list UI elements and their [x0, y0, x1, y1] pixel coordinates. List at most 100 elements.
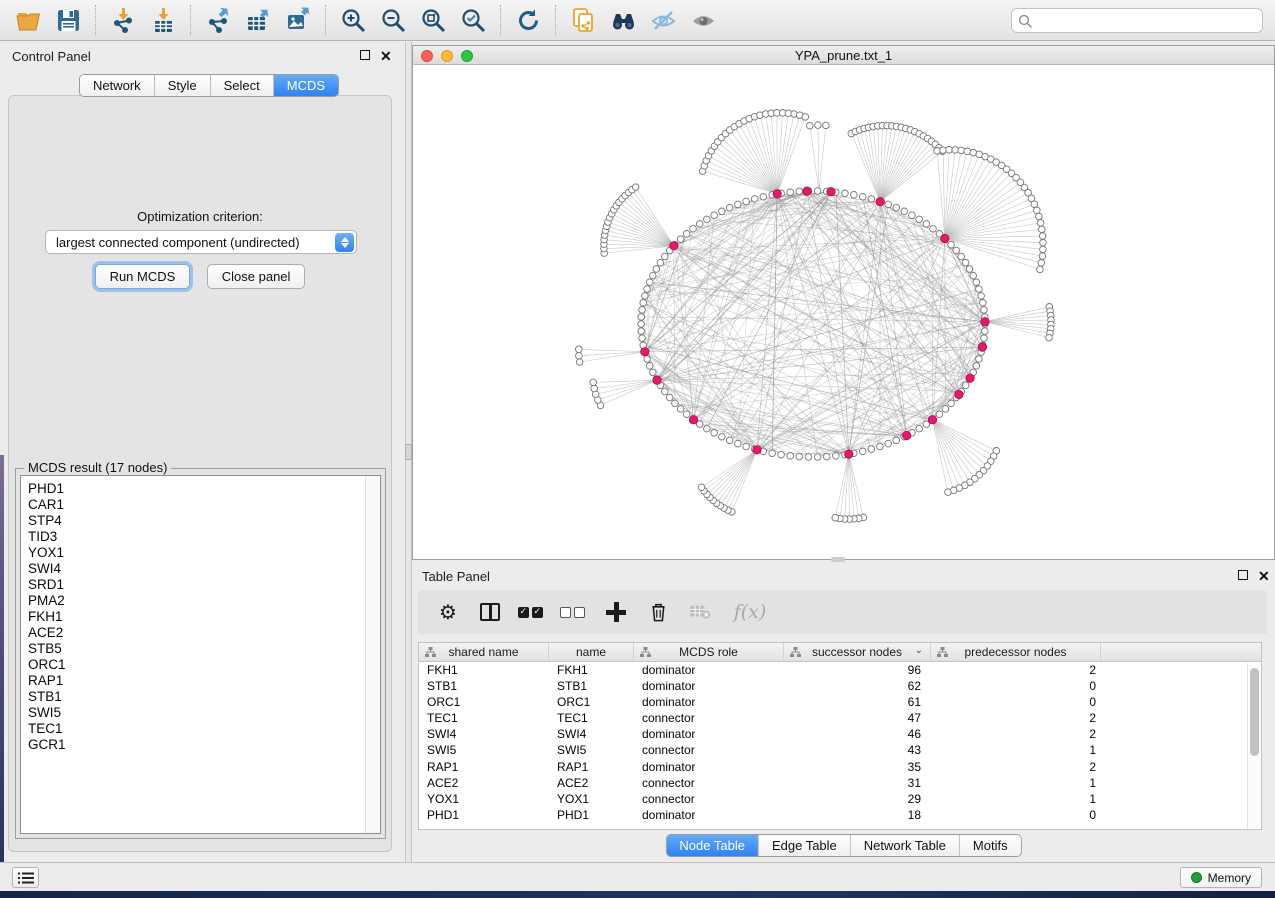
export-table-icon[interactable]	[238, 3, 278, 37]
graph-edge[interactable]	[945, 150, 961, 238]
add-column-icon[interactable]	[602, 597, 630, 627]
graph-edge[interactable]	[945, 173, 1012, 238]
graph-node[interactable]	[893, 204, 900, 211]
graph-node[interactable]	[948, 400, 955, 407]
graph-edge[interactable]	[945, 153, 974, 239]
graph-edge[interactable]	[880, 395, 959, 447]
graph-node[interactable]	[642, 293, 649, 300]
mcds-result-item[interactable]: RAP1	[21, 673, 380, 689]
graph-node[interactable]	[576, 352, 583, 359]
memory-button[interactable]: Memory	[1180, 867, 1262, 888]
graph-edge[interactable]	[610, 218, 674, 246]
mcds-list-scrollbar[interactable]	[365, 476, 380, 833]
zoom-in-icon[interactable]	[333, 3, 373, 37]
graph-node[interactable]	[976, 356, 983, 363]
graph-edge[interactable]	[777, 113, 788, 194]
graph-node[interactable]	[946, 147, 953, 154]
graph-node[interactable]	[796, 453, 803, 460]
graph-node[interactable]	[576, 359, 583, 366]
export-image-icon[interactable]	[278, 3, 318, 37]
graph-edge[interactable]	[700, 424, 791, 456]
graph-edge[interactable]	[653, 276, 970, 379]
graph-node[interactable]	[672, 400, 679, 407]
graph-node[interactable]	[814, 454, 821, 461]
tab-mcds[interactable]: MCDS	[273, 75, 338, 96]
graph-node[interactable]	[1040, 239, 1047, 246]
graph-node[interactable]	[964, 148, 971, 155]
graph-node[interactable]	[948, 241, 955, 248]
graph-mcds-node[interactable]	[876, 197, 884, 205]
graph-node[interactable]	[916, 425, 923, 432]
graph-node[interactable]	[683, 411, 690, 418]
graph-edge[interactable]	[933, 229, 934, 420]
graph-edge[interactable]	[933, 420, 960, 488]
graph-edge[interactable]	[933, 420, 991, 462]
mcds-result-item[interactable]: PHD1	[21, 481, 380, 497]
graph-node[interactable]	[704, 216, 711, 223]
graph-node[interactable]	[978, 293, 985, 300]
graph-edge[interactable]	[945, 217, 1039, 239]
graph-node[interactable]	[690, 225, 697, 232]
deselect-all-checkboxes-icon[interactable]	[560, 597, 588, 627]
graph-node[interactable]	[814, 188, 821, 195]
graph-node[interactable]	[743, 198, 750, 205]
graph-node[interactable]	[743, 443, 750, 450]
graph-node[interactable]	[704, 425, 711, 432]
mcds-result-item[interactable]: ACE2	[21, 625, 380, 641]
graph-node[interactable]	[1039, 253, 1046, 260]
graph-mcds-node[interactable]	[928, 416, 936, 424]
graph-node[interactable]	[719, 208, 726, 215]
graph-edge[interactable]	[945, 169, 1007, 238]
graph-node[interactable]	[807, 122, 814, 129]
graph-node[interactable]	[796, 188, 803, 195]
graph-node[interactable]	[981, 335, 988, 342]
save-session-icon[interactable]	[48, 3, 88, 37]
graph-node[interactable]	[885, 201, 892, 208]
graph-edge[interactable]	[849, 454, 850, 519]
graph-edge[interactable]	[724, 450, 757, 508]
control-panel-close-icon[interactable]: ✕	[380, 50, 392, 62]
graph-node[interactable]	[1039, 226, 1046, 233]
mcds-result-item[interactable]: SWI4	[21, 561, 380, 577]
graph-node[interactable]	[576, 346, 583, 353]
graph-edge[interactable]	[880, 129, 906, 202]
graph-edge[interactable]	[718, 142, 777, 194]
graph-node[interactable]	[653, 266, 660, 273]
zoom-out-icon[interactable]	[373, 3, 413, 37]
graph-node[interactable]	[966, 266, 973, 273]
mcds-result-item[interactable]: STB1	[21, 689, 380, 705]
graph-node[interactable]	[842, 190, 849, 197]
refresh-view-icon[interactable]	[508, 3, 548, 37]
graph-node[interactable]	[1038, 260, 1045, 267]
panel-divider-grip[interactable]	[405, 444, 412, 460]
graph-edge[interactable]	[943, 150, 945, 238]
graph-node[interactable]	[868, 446, 875, 453]
graph-node[interactable]	[1039, 233, 1046, 240]
graph-edge[interactable]	[819, 125, 826, 191]
import-network-icon[interactable]	[103, 3, 143, 37]
graph-node[interactable]	[726, 437, 733, 444]
graph-edge[interactable]	[726, 134, 778, 194]
graph-edge[interactable]	[660, 385, 848, 454]
graph-edge[interactable]	[645, 352, 790, 456]
graph-node[interactable]	[936, 411, 943, 418]
graph-node[interactable]	[934, 148, 941, 155]
graph-edge[interactable]	[864, 129, 880, 202]
graph-edge[interactable]	[945, 178, 1016, 239]
graph-node[interactable]	[973, 279, 980, 286]
graph-node[interactable]	[962, 259, 969, 266]
graph-edge[interactable]	[675, 403, 888, 443]
graph-node[interactable]	[945, 489, 952, 496]
table-tab-network-table[interactable]: Network Table	[850, 835, 959, 856]
graph-mcds-node[interactable]	[641, 348, 649, 356]
graph-node[interactable]	[916, 216, 923, 223]
graph-mcds-node[interactable]	[941, 234, 949, 242]
mcds-result-item[interactable]: SWI5	[21, 705, 380, 721]
graph-edge[interactable]	[604, 246, 674, 253]
graph-node[interactable]	[942, 406, 949, 413]
graph-edge[interactable]	[849, 454, 864, 517]
graph-node[interactable]	[953, 247, 960, 254]
graph-node[interactable]	[639, 335, 646, 342]
graph-edge[interactable]	[945, 198, 1032, 238]
graph-node[interactable]	[823, 453, 830, 460]
